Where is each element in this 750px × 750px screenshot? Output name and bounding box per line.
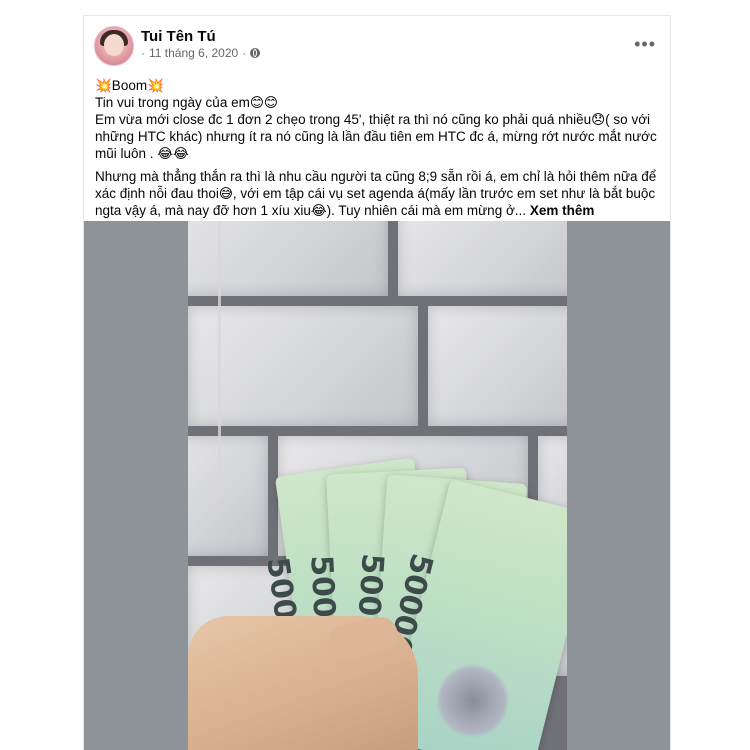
more-icon[interactable]: ••• [634, 34, 656, 55]
wall-brick [188, 436, 268, 556]
author-avatar[interactable] [94, 26, 134, 66]
post-header: Tui Tên Tú · 11 tháng 6, 2020 · ••• [84, 16, 670, 76]
post-line: Em vừa mới close đc 1 đơn 2 chẹo trong 4… [95, 112, 657, 161]
post-line: Tin vui trong ngày của em😊😊 [95, 95, 278, 110]
see-more-link[interactable]: Xem thêm [530, 203, 595, 218]
author-name[interactable]: Tui Tên Tú [141, 28, 216, 45]
globe-icon[interactable] [250, 48, 261, 58]
meta-separator: · [141, 46, 145, 60]
post-photo[interactable]: 500000 500000 500000 500000 [188, 221, 567, 750]
wall-brick [428, 306, 567, 426]
avatar-face [104, 34, 124, 56]
meta-separator: · [242, 46, 247, 60]
post-text: 💥Boom💥 Tin vui trong ngày của em😊😊 Em vừ… [95, 77, 661, 219]
hanging-cable [218, 221, 221, 501]
post-photo-area[interactable]: 500000 500000 500000 500000 [84, 221, 670, 750]
post-meta: · 11 tháng 6, 2020 · [141, 46, 261, 60]
post-line-truncated: Nhưng mà thẳng thắn ra thì là nhu cầu ng… [95, 168, 661, 219]
post-card: Tui Tên Tú · 11 tháng 6, 2020 · ••• 💥Boo… [84, 16, 670, 750]
wall-brick [398, 221, 567, 296]
wall-brick [188, 306, 418, 426]
post-line: 💥Boom💥 [95, 78, 164, 93]
banknote-portrait [429, 653, 517, 749]
post-date[interactable]: 11 tháng 6, 2020 [149, 46, 238, 60]
